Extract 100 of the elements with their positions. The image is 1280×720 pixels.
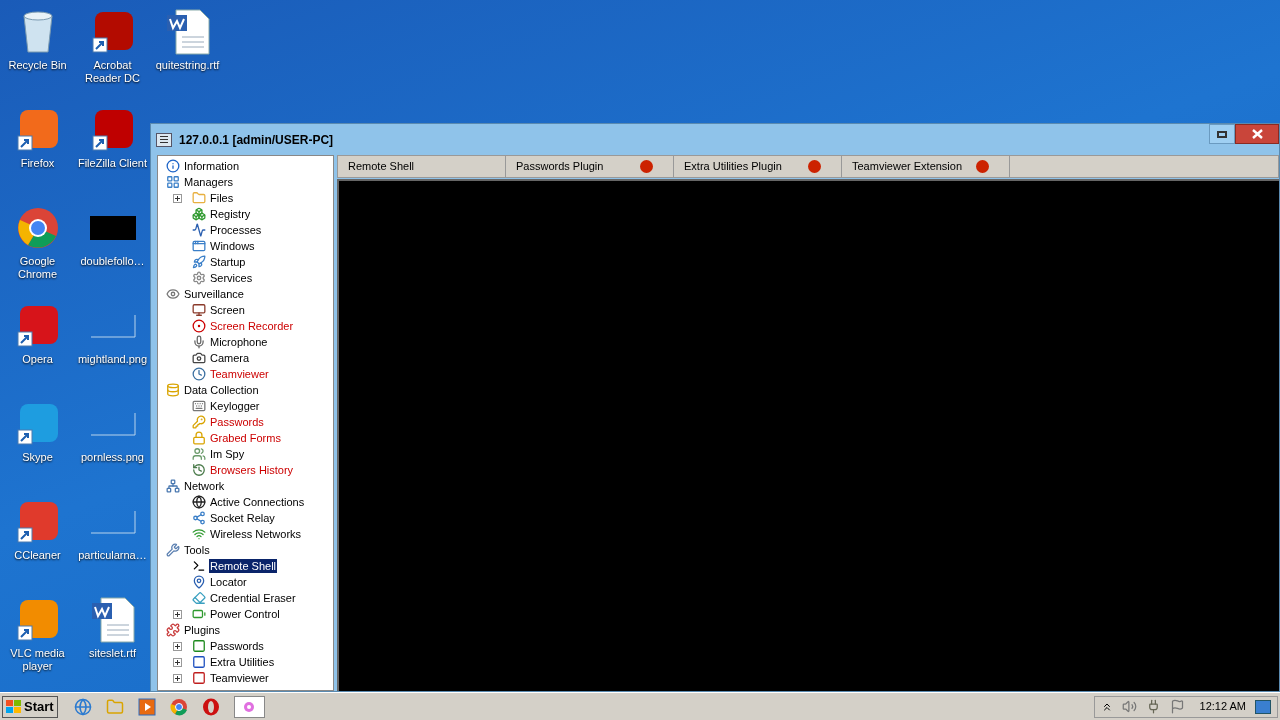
cubes-icon bbox=[192, 207, 206, 221]
tree-item[interactable]: Locator bbox=[209, 575, 248, 589]
tree-item[interactable]: Managers bbox=[183, 175, 234, 189]
desktop-icon-label[interactable]: Recycle Bin bbox=[8, 59, 67, 72]
tree-item[interactable]: Grabed Forms bbox=[209, 431, 282, 445]
windows-logo-icon bbox=[6, 699, 22, 714]
tree-item[interactable]: Startup bbox=[209, 255, 247, 269]
info-icon bbox=[166, 159, 180, 173]
media-player-icon[interactable] bbox=[137, 697, 156, 716]
tree-item[interactable]: Plugins bbox=[183, 623, 222, 637]
desktop-icon-label[interactable]: Opera bbox=[22, 353, 53, 366]
tree-item[interactable]: Screen Recorder bbox=[209, 319, 295, 333]
blank-image-icon bbox=[89, 510, 136, 534]
tree-item[interactable]: Microphone bbox=[209, 335, 269, 349]
microphone-icon bbox=[192, 335, 206, 349]
desktop-icon-label[interactable]: pornless.png bbox=[81, 451, 144, 464]
tab[interactable]: Remote Shell bbox=[338, 156, 506, 177]
battery-icon bbox=[192, 607, 206, 621]
tree-item[interactable]: Socket Relay bbox=[209, 511, 276, 525]
eyes-icon bbox=[166, 287, 180, 301]
desktop-icon-label[interactable]: doublefollo… bbox=[80, 255, 145, 268]
clock[interactable]: 12:12 AM bbox=[1199, 698, 1246, 715]
tree-item[interactable]: Tools bbox=[183, 543, 211, 557]
tree-item[interactable]: Network bbox=[183, 479, 226, 493]
window-title: 127.0.0.1 [admin/USER-PC] bbox=[179, 131, 334, 149]
record-icon bbox=[192, 319, 206, 333]
plugin-icon bbox=[192, 655, 206, 669]
tree-item[interactable]: Teamviewer bbox=[209, 367, 270, 381]
tree-item[interactable]: Screen bbox=[209, 303, 246, 317]
pin-icon bbox=[192, 575, 206, 589]
tree-item[interactable]: Registry bbox=[209, 207, 252, 221]
chrome-icon[interactable] bbox=[169, 697, 188, 716]
eraser-icon bbox=[192, 591, 206, 605]
expand-toggle[interactable] bbox=[172, 641, 182, 651]
network-icon bbox=[166, 479, 180, 493]
tree-item[interactable]: Data Collection bbox=[183, 383, 260, 397]
tree-item[interactable]: Camera bbox=[209, 351, 251, 365]
gear-icon bbox=[192, 271, 206, 285]
desktop-icon-label[interactable]: quitestring.rtf bbox=[155, 59, 220, 72]
desktop-icon-label[interactable]: siteslet.rtf bbox=[88, 647, 137, 660]
tree-item[interactable]: Services bbox=[209, 271, 254, 285]
tree-item[interactable]: Credential Eraser bbox=[209, 591, 297, 605]
clock-icon bbox=[192, 463, 206, 477]
tree-item[interactable]: Passwords bbox=[209, 639, 265, 653]
taskbar-app-button[interactable] bbox=[233, 695, 265, 718]
tree-item[interactable]: Im Spy bbox=[209, 447, 246, 461]
speaker-icon[interactable] bbox=[1121, 699, 1137, 714]
desktop-icon-label[interactable]: Skype bbox=[22, 451, 53, 464]
tree-item[interactable]: Teamviewer bbox=[209, 671, 270, 685]
system-menu-icon[interactable] bbox=[156, 132, 172, 147]
desktop-icon-label[interactable]: Google Chrome bbox=[0, 255, 75, 281]
tree-item[interactable]: Wireless Networks bbox=[209, 527, 303, 541]
expand-toggle[interactable] bbox=[172, 609, 182, 619]
desktop-icon-label[interactable]: Firefox bbox=[20, 157, 55, 170]
keyboard-icon bbox=[192, 399, 206, 413]
tree-item[interactable]: Surveillance bbox=[183, 287, 245, 301]
wifi-icon bbox=[192, 527, 206, 541]
tree-item[interactable]: Power Control bbox=[209, 607, 281, 621]
desktop-icon-label[interactable]: FileZilla Client bbox=[77, 157, 148, 170]
word-document-icon bbox=[165, 9, 210, 55]
camera-icon bbox=[192, 351, 206, 365]
desktop-icon-label[interactable]: mightland.png bbox=[77, 353, 148, 366]
tree-item[interactable]: Passwords bbox=[209, 415, 265, 429]
start-button[interactable]: Start bbox=[2, 695, 58, 718]
close-button[interactable] bbox=[1235, 124, 1279, 144]
expand-toggle[interactable] bbox=[172, 193, 182, 203]
opera-icon[interactable] bbox=[201, 697, 220, 716]
desktop-icon-label[interactable]: Acrobat Reader DC bbox=[75, 59, 150, 85]
blank-image-icon bbox=[89, 314, 136, 338]
browser-icon[interactable] bbox=[73, 697, 92, 716]
blank-image-icon bbox=[89, 412, 136, 436]
show-desktop-button[interactable] bbox=[1255, 699, 1271, 714]
restore-button[interactable] bbox=[1209, 124, 1235, 144]
tab[interactable]: Passwords Plugin bbox=[506, 156, 674, 177]
tree-item[interactable]: Browsers History bbox=[209, 463, 295, 477]
tree-item[interactable]: Processes bbox=[209, 223, 263, 237]
key-icon bbox=[192, 415, 206, 429]
plugin-icon bbox=[192, 671, 206, 685]
folder-icon bbox=[192, 191, 206, 205]
desktop-icon-label[interactable]: particularna… bbox=[78, 549, 147, 562]
puzzle-icon bbox=[166, 623, 180, 637]
tab[interactable]: Extra Utilities Plugin bbox=[674, 156, 842, 177]
tree-item[interactable]: Active Connections bbox=[209, 495, 306, 509]
tree-item[interactable]: Remote Shell bbox=[209, 559, 278, 573]
tab[interactable]: Teamviewer Extension bbox=[842, 156, 1010, 177]
wrench-icon bbox=[166, 543, 180, 557]
tree-item[interactable]: Windows bbox=[209, 239, 256, 253]
grid-icon bbox=[166, 175, 180, 189]
desktop-icon-label[interactable]: VLC media player bbox=[0, 647, 75, 673]
people-icon bbox=[192, 447, 206, 461]
padlock-icon bbox=[192, 431, 206, 445]
expand-toggle[interactable] bbox=[172, 657, 182, 667]
tree-item[interactable]: Files bbox=[209, 191, 235, 205]
tree-item[interactable]: Extra Utilities bbox=[209, 655, 276, 669]
plugin-icon bbox=[192, 639, 206, 653]
flag-icon[interactable] bbox=[1169, 699, 1185, 714]
tree-item[interactable]: Information bbox=[183, 159, 241, 173]
desktop-icon-label[interactable]: CCleaner bbox=[14, 549, 61, 562]
tree-item[interactable]: Keylogger bbox=[209, 399, 261, 413]
expand-toggle[interactable] bbox=[172, 673, 182, 683]
